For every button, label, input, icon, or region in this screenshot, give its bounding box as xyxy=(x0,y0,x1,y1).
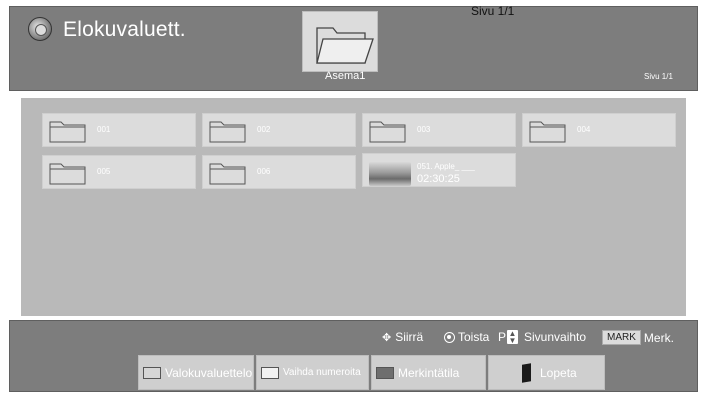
ok-button-icon xyxy=(444,331,455,343)
page-key-label: P xyxy=(498,330,507,344)
page-indicator-top: Sivu 1/1 xyxy=(471,4,515,18)
video-item[interactable]: 051. Apple_ ___ 02:30:25 xyxy=(362,153,516,187)
folder-label: 004 xyxy=(577,125,591,134)
mark-mode-label: Merkintätila xyxy=(398,365,460,380)
drive-label: Asema1 xyxy=(325,70,366,82)
folder-item-002[interactable]: 002 xyxy=(202,113,356,147)
hint-mark-label: Merk. xyxy=(643,330,674,345)
folder-icon xyxy=(316,27,374,64)
yellow-key-icon xyxy=(376,366,394,379)
hint-move: ✥ Siirrä xyxy=(382,330,423,344)
folder-icon xyxy=(49,121,86,143)
folder-item-001[interactable]: 001 xyxy=(42,113,196,147)
folder-label: 006 xyxy=(257,167,271,176)
red-key-icon xyxy=(143,366,161,379)
folder-label: 003 xyxy=(417,125,431,134)
quit-button[interactable]: Lopeta xyxy=(488,355,605,390)
app-title: Elokuvaluett. xyxy=(63,18,186,41)
movie-reel-icon xyxy=(28,17,52,41)
folder-icon xyxy=(369,121,406,143)
folder-icon xyxy=(209,163,246,185)
folder-icon xyxy=(209,121,246,143)
green-key-icon xyxy=(261,366,279,379)
exit-icon xyxy=(522,362,531,383)
photo-list-label: Valokuvaluettelo xyxy=(165,365,253,380)
folder-item-003[interactable]: 003 xyxy=(362,113,516,147)
photo-list-button[interactable]: Valokuvaluettelo xyxy=(138,355,254,390)
folder-icon xyxy=(49,163,86,185)
folder-item-005[interactable]: 005 xyxy=(42,155,196,189)
navigate-arrows-icon: ✥ xyxy=(382,331,392,344)
page-updown-icon: ▲ ▼ xyxy=(507,329,519,345)
mark-mode-button[interactable]: Merkintätila xyxy=(371,355,486,390)
quit-label: Lopeta xyxy=(540,365,577,380)
folder-label: 005 xyxy=(97,167,111,176)
folder-label: 001 xyxy=(97,125,111,134)
video-duration: 02:30:25 xyxy=(417,173,460,185)
hint-play-label: Toista xyxy=(458,330,490,344)
mark-key: MARK xyxy=(602,330,641,345)
folder-icon xyxy=(529,121,566,143)
change-numbers-label: Vaihda numeroita xyxy=(283,367,361,378)
hint-page-label: Sivunvaihto xyxy=(524,330,587,344)
hint-move-label: Siirrä xyxy=(395,330,424,344)
video-thumbnail xyxy=(369,162,411,186)
drive-folder-button[interactable] xyxy=(302,11,378,72)
folder-label: 002 xyxy=(257,125,271,134)
media-player-screen: Elokuvaluett. Sivu 1/1 Asema1 Sivu 1/1 0… xyxy=(0,0,705,399)
hint-mark: MARK Merk. xyxy=(602,330,674,345)
hint-play: Toista xyxy=(444,330,489,344)
change-numbers-button[interactable]: Vaihda numeroita xyxy=(256,355,369,390)
video-filename: 051. Apple_ ___ xyxy=(417,162,475,171)
folder-item-004[interactable]: 004 xyxy=(522,113,676,147)
page-indicator: Sivu 1/1 xyxy=(644,72,673,81)
folder-item-006[interactable]: 006 xyxy=(202,155,356,189)
hint-page: P ▲ ▼ Sivunvaihto xyxy=(498,329,587,345)
